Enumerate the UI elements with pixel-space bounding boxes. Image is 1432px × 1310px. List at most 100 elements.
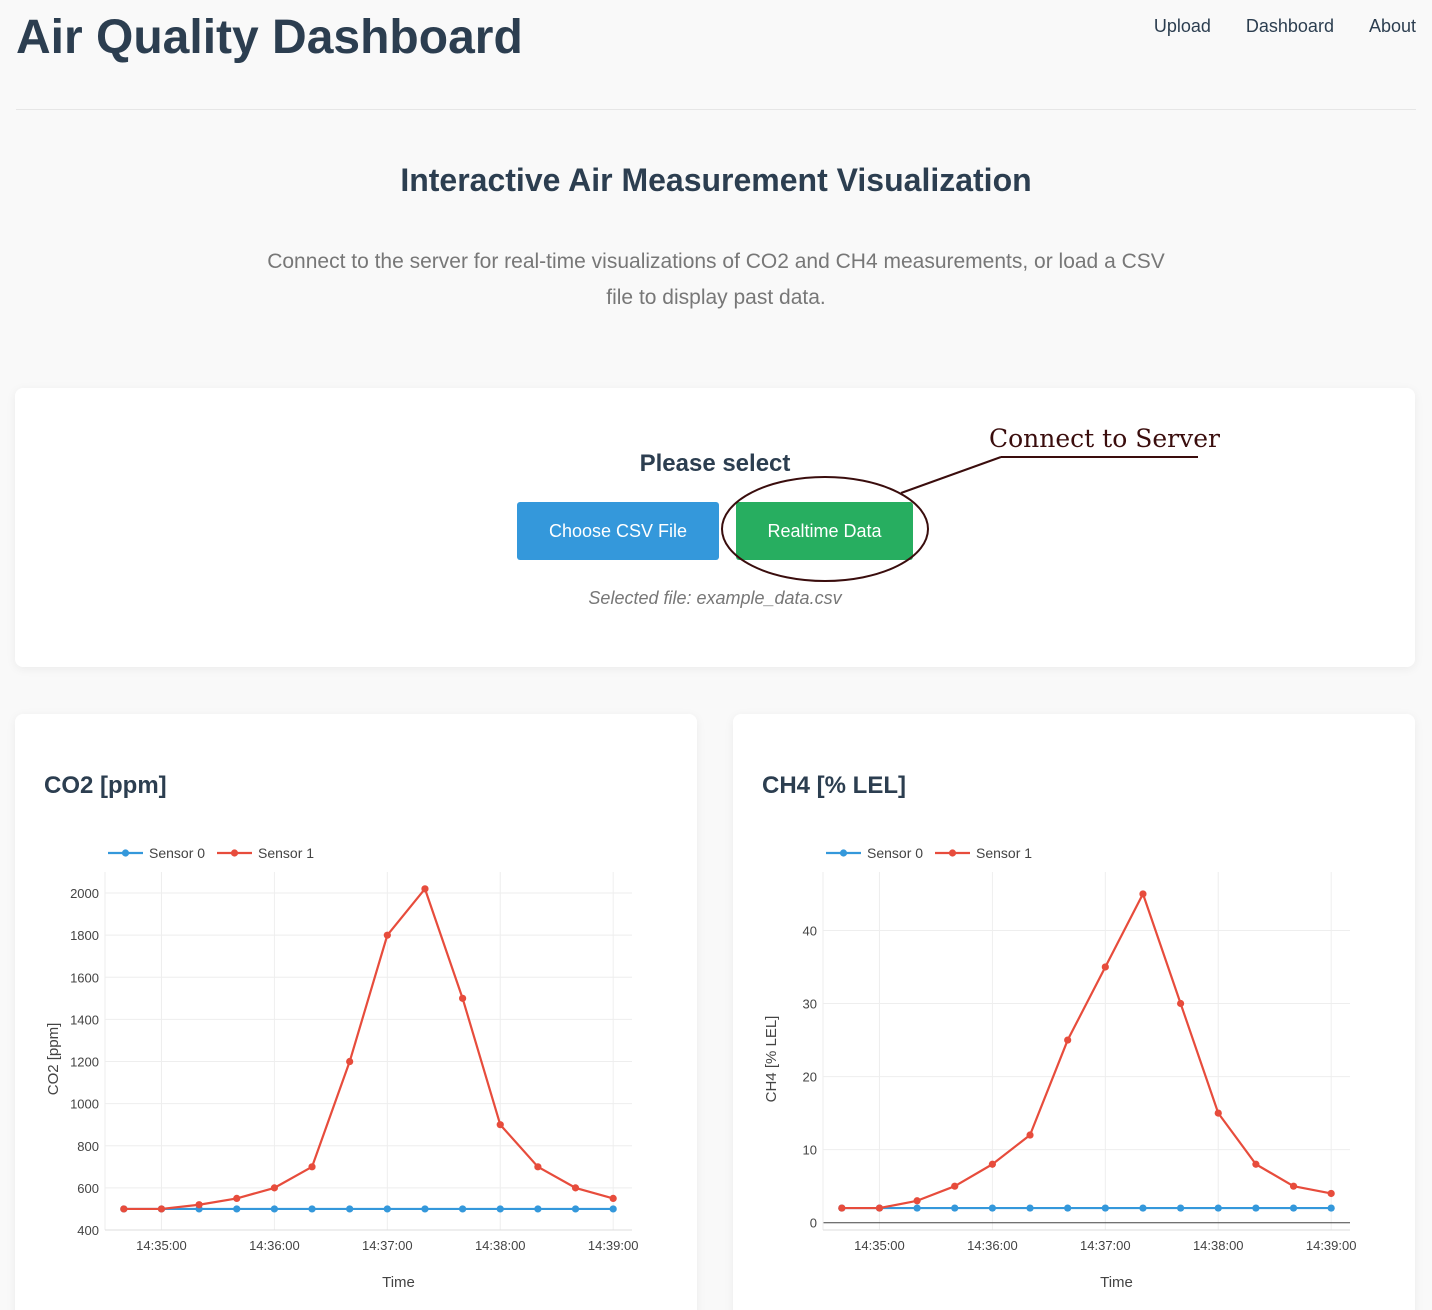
selected-file-label: Selected file: example_data.csv [588,588,842,608]
co2-point[interactable] [120,1205,128,1213]
ch4-ytick-label: 10 [803,1143,817,1158]
ch4-point[interactable] [1026,1204,1034,1212]
co2-legend-marker [230,849,239,857]
ch4-point[interactable] [951,1182,959,1190]
co2-ytick-label: 400 [77,1223,99,1238]
co2-point[interactable] [157,1205,166,1213]
co2-ytick-label: 1000 [70,1097,99,1112]
ch4-point[interactable] [951,1204,959,1212]
co2-ytick-label: 2000 [70,886,99,901]
ch4-point[interactable] [1252,1204,1260,1212]
ch4-point[interactable] [875,1204,884,1212]
ch4-ytick-label: 30 [803,997,817,1012]
choose-csv-button[interactable]: Choose CSV File [517,502,719,560]
co2-point[interactable] [421,885,429,893]
co2-point[interactable] [195,1201,203,1209]
co2-chart[interactable]: 14:35:00 14:36:00 14:37:00 14:38:00 14:39:00… [15,714,697,1310]
co2-chart-card: CO2 [ppm] 14:35:00 14:36:00 14:37:00 14:38:… [15,714,697,1310]
co2-xtick-label: 14:36:00 [249,1238,300,1253]
co2-point[interactable] [308,1163,316,1171]
co2-xtick-label: 14:38:00 [475,1238,526,1253]
ch4-ytick-label: 0 [810,1216,817,1231]
header: Air Quality Dashboard Upload Dashboard A… [16,0,1416,110]
ch4-point[interactable] [913,1204,921,1212]
ch4-point[interactable] [1214,1204,1222,1212]
nav-about[interactable]: About [1369,16,1416,37]
co2-xtick-label: 14:35:00 [136,1238,187,1253]
co2-ytick-label: 1800 [70,928,99,943]
ch4-legend-label[interactable]: Sensor 1 [976,845,1032,861]
ch4-point[interactable] [1327,1189,1335,1198]
ch4-point[interactable] [838,1204,846,1212]
top-nav: Upload Dashboard About [1154,16,1416,37]
ch4-legend-marker [948,849,957,857]
ch4-xtick-label: 14:36:00 [967,1238,1018,1253]
co2-point[interactable] [233,1194,241,1203]
co2-point[interactable] [459,1205,467,1213]
ch4-point[interactable] [1101,1204,1109,1212]
ch4-legend-marker [839,849,848,857]
ch4-legend-label[interactable]: Sensor 0 [867,845,923,861]
ch4-point[interactable] [1327,1204,1335,1212]
co2-ylabel: CO2 [ppm] [45,1023,62,1096]
co2-point[interactable] [421,1205,429,1213]
co2-ytick-label: 600 [77,1181,99,1196]
ch4-xtick-label: 14:35:00 [854,1238,905,1253]
realtime-data-button[interactable]: Realtime Data [736,502,913,560]
co2-point[interactable] [346,1057,354,1066]
ch4-ytick-label: 20 [803,1070,817,1085]
ch4-chart[interactable]: 14:35:00 14:36:00 14:37:00 14:38:00 14:39:00… [733,714,1415,1310]
ch4-point[interactable] [1064,1204,1072,1212]
co2-xtick-label: 14:39:00 [588,1238,639,1253]
ch4-xlabel: Time [1100,1274,1133,1291]
ch4-point[interactable] [1214,1109,1222,1117]
co2-ytick-label: 1400 [70,1012,99,1027]
co2-legend-label[interactable]: Sensor 0 [149,845,205,861]
ch4-point[interactable] [988,1160,996,1168]
ch4-xtick-label: 14:38:00 [1193,1238,1244,1253]
intro-text: Connect to the server for real-time visu… [267,250,1165,309]
co2-point[interactable] [496,1205,504,1213]
co2-point[interactable] [534,1163,542,1171]
co2-point[interactable] [609,1205,617,1213]
ch4-chart-card: CH4 [% LEL] 14:35:00 14:36:00 14:37:00 14:3… [733,714,1415,1310]
ch4-point[interactable] [1139,1204,1147,1212]
co2-ytick-label: 1200 [70,1055,99,1070]
ch4-point[interactable] [1177,999,1185,1008]
co2-ytick-label: 800 [77,1139,99,1154]
nav-dashboard[interactable]: Dashboard [1246,16,1334,37]
co2-legend-marker [121,849,130,857]
co2-point[interactable] [496,1121,504,1129]
co2-point[interactable] [308,1205,316,1213]
co2-point[interactable] [571,1205,580,1213]
ch4-point[interactable] [1101,963,1109,971]
co2-point[interactable] [270,1205,278,1213]
co2-point[interactable] [233,1205,241,1213]
co2-point[interactable] [383,1205,391,1213]
co2-line-sensor-1 [123,887,614,1211]
ch4-point[interactable] [1289,1182,1298,1190]
co2-point[interactable] [270,1184,278,1192]
ch4-point[interactable] [1289,1204,1298,1212]
ch4-point[interactable] [1252,1160,1260,1168]
co2-xlabel: Time [382,1274,415,1291]
ch4-point[interactable] [988,1204,996,1212]
ch4-point[interactable] [1177,1204,1185,1212]
select-title: Please select [639,450,791,477]
co2-point[interactable] [383,931,391,939]
co2-point[interactable] [459,994,467,1002]
ch4-ylabel: CH4 [% LEL] [763,1016,780,1103]
annotation-text: Connect to Server [989,424,1220,453]
co2-xtick-label: 14:37:00 [362,1238,413,1253]
co2-point[interactable] [571,1184,580,1192]
nav-upload[interactable]: Upload [1154,16,1211,37]
ch4-point[interactable] [1064,1036,1072,1044]
ch4-point[interactable] [1139,890,1147,898]
co2-point[interactable] [609,1194,617,1203]
ch4-point[interactable] [913,1197,921,1205]
co2-point[interactable] [346,1205,354,1213]
ch4-xtick-label: 14:37:00 [1080,1238,1131,1253]
co2-legend-label[interactable]: Sensor 1 [258,845,314,861]
ch4-point[interactable] [1026,1131,1034,1139]
co2-point[interactable] [534,1205,542,1213]
